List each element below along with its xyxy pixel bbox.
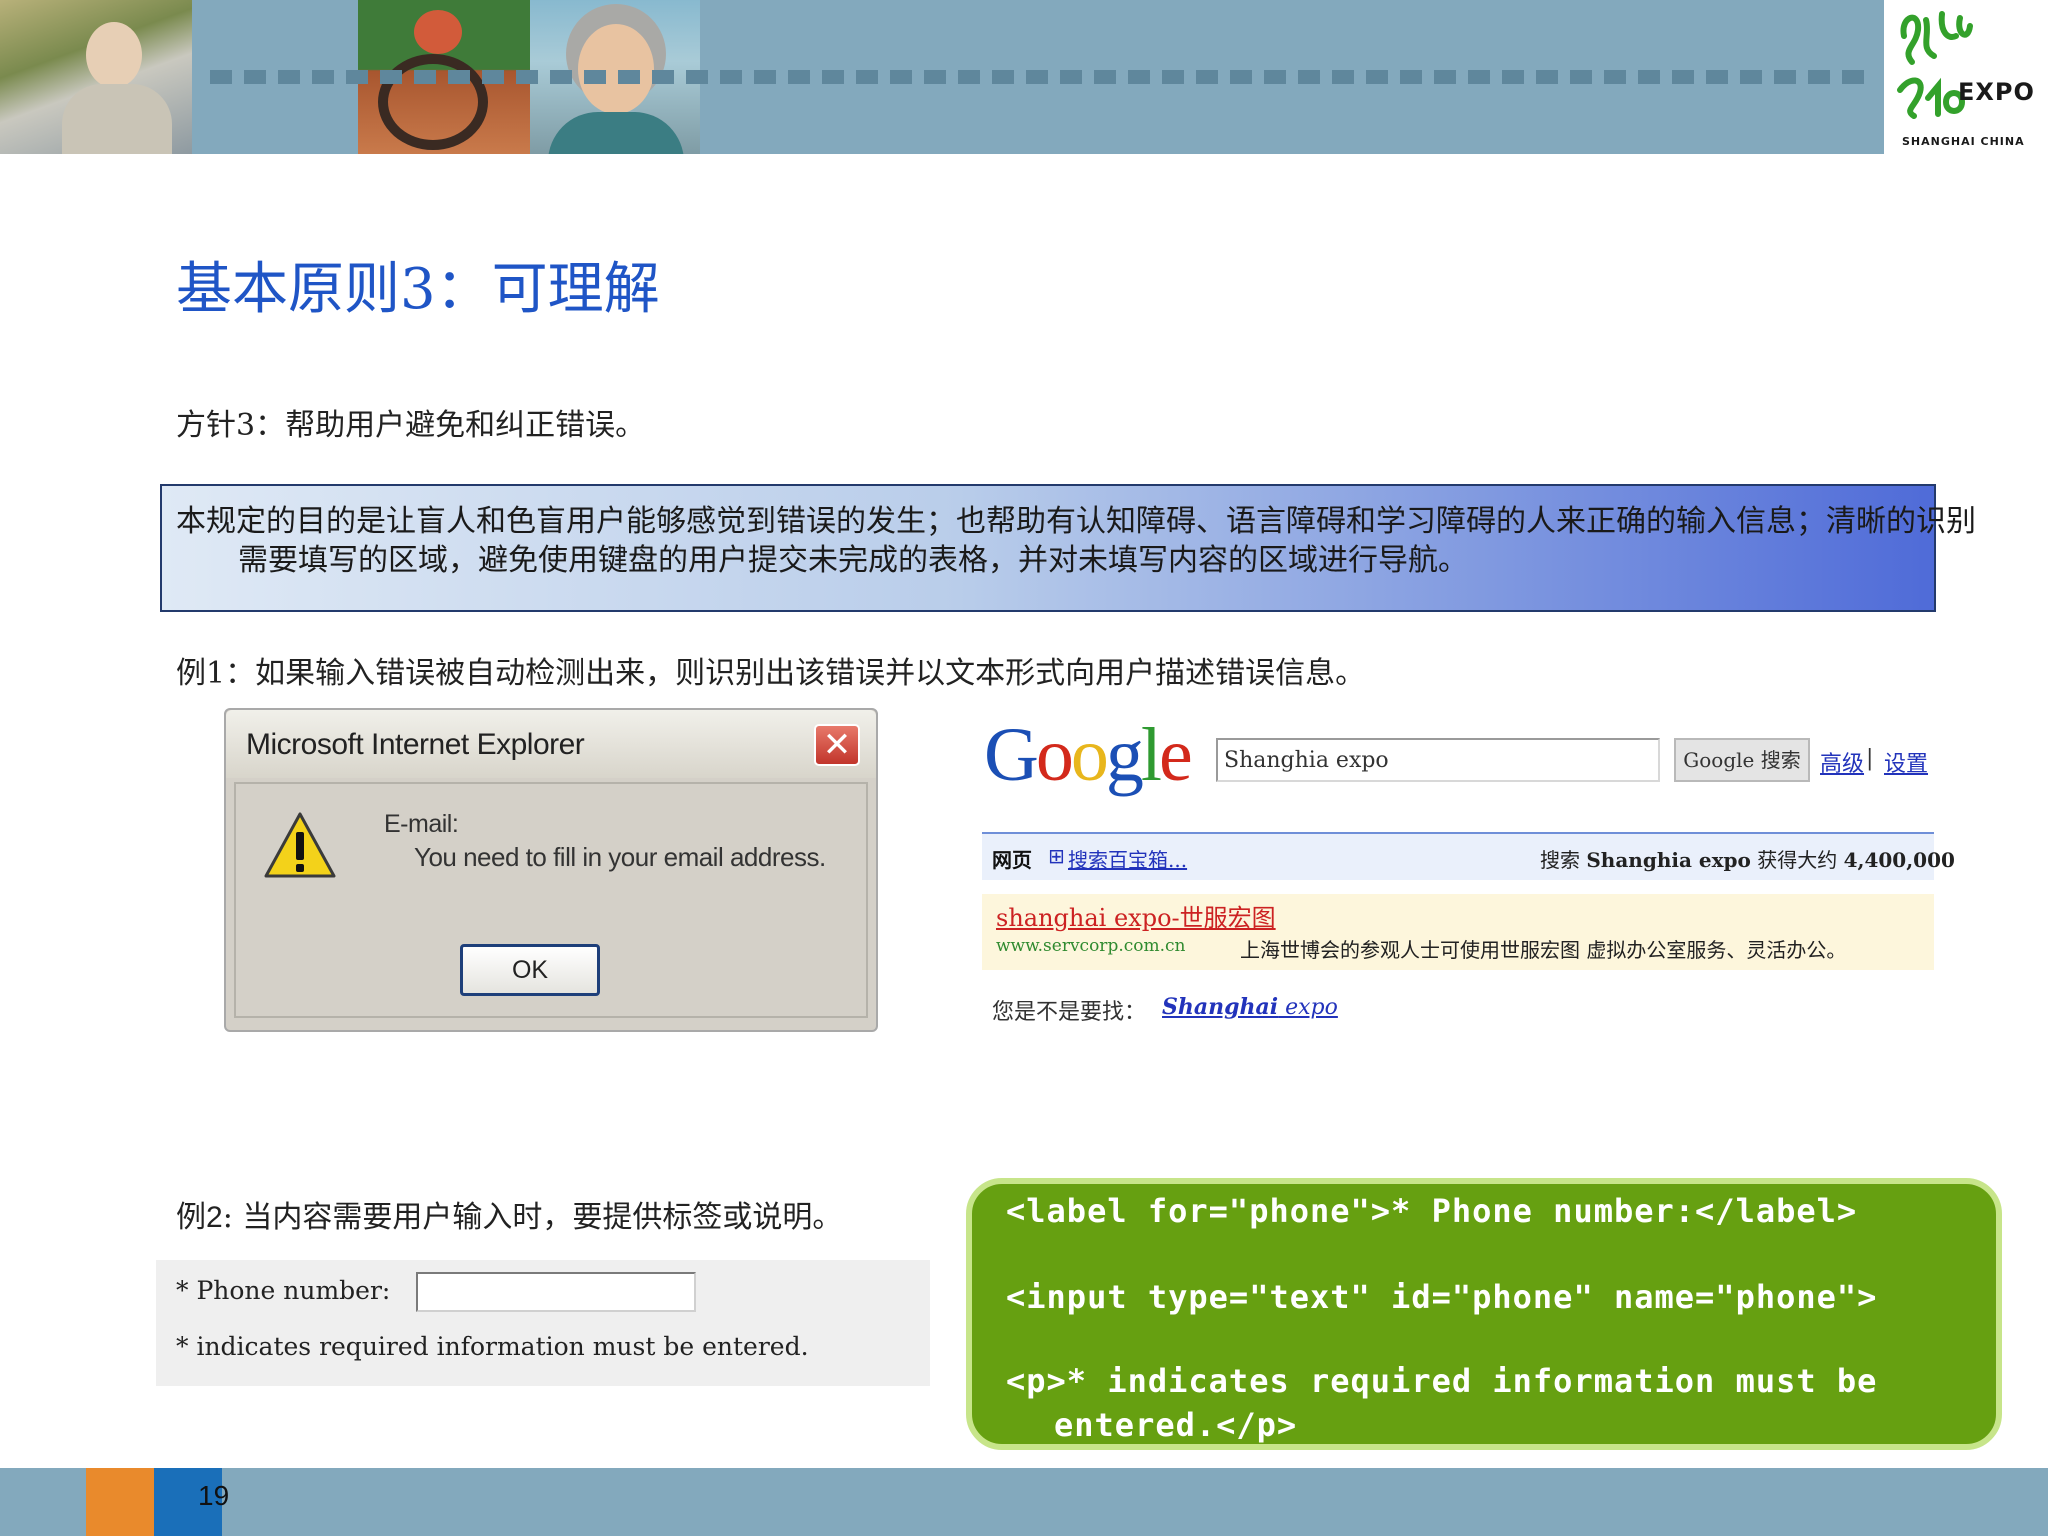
- stats-prefix: 搜索: [1540, 848, 1580, 872]
- example-2-prefix: 例2: [176, 1201, 223, 1234]
- logo-subtitle: SHANGHAI CHINA: [1902, 135, 2025, 148]
- required-note: * indicates required information must be…: [176, 1332, 809, 1361]
- results-stats: 搜索 Shanghia expo 获得大约 4,400,000: [1540, 844, 1955, 873]
- tab-web[interactable]: 网页: [992, 844, 1032, 873]
- dialog-field-label: E-mail:: [384, 810, 459, 838]
- dialog-message: You need to fill in your email address.: [414, 842, 826, 872]
- ad-url: www.servcorp.com.cn: [996, 936, 1186, 956]
- search-toolbox-link[interactable]: 搜索百宝箱...: [1068, 844, 1187, 873]
- google-logo-letter: o: [1035, 713, 1074, 797]
- google-logo: Google: [984, 712, 1193, 799]
- phone-number-input[interactable]: [416, 1272, 696, 1312]
- ad-title-link[interactable]: shanghai expo-世服宏图: [996, 898, 1276, 933]
- logo-expo-text: EXPO: [1958, 78, 2035, 106]
- expand-plus-icon[interactable]: ⊞: [1048, 844, 1065, 868]
- footer-band: [0, 1468, 2048, 1536]
- google-search-button[interactable]: Google 搜索: [1674, 738, 1810, 782]
- settings-link[interactable]: 设置: [1884, 746, 1928, 778]
- slide-title: 基本原则3：可理解: [176, 257, 660, 322]
- suggestion-rest: expo: [1278, 995, 1338, 1020]
- header-dotted-strip: [210, 70, 1870, 84]
- page-number: 19: [198, 1480, 230, 1511]
- code-line-input: <input type="text" id="phone" name="phon…: [1006, 1278, 1878, 1316]
- close-icon[interactable]: ✕: [814, 724, 860, 766]
- stats-query: Shanghia expo: [1586, 848, 1751, 872]
- code-line-paragraph-end: entered.</p>: [1054, 1406, 1298, 1444]
- footer-orange-block: [86, 1468, 154, 1536]
- ad-description: 上海世博会的参观人士可使用世服宏图 虚拟办公室服务、灵活办公。: [1240, 938, 1847, 962]
- stats-count: 4,400,000: [1843, 848, 1955, 872]
- dialog-title: Microsoft Internet Explorer: [246, 728, 585, 761]
- google-search-input[interactable]: [1216, 738, 1660, 782]
- link-separator: |: [1866, 746, 1874, 771]
- ie-alert-dialog: Microsoft Internet Explorer ✕ E-mail: Yo…: [224, 708, 878, 1032]
- warning-icon: [264, 812, 336, 878]
- header-photo-elderly-man: [0, 0, 192, 154]
- expo-2010-logo-icon: [1897, 11, 1973, 119]
- spelling-suggestion-link[interactable]: Shanghai expo: [1162, 994, 1338, 1020]
- example-2-text: : 当内容需要用户输入时，要提供标签或说明。: [222, 1200, 843, 1235]
- phone-number-label: * Phone number:: [176, 1276, 391, 1305]
- example-2-caption: 例2: 当内容需要用户输入时，要提供标签或说明。: [176, 1192, 842, 1236]
- did-you-mean-label: 您是不是要找：: [992, 1000, 1147, 1025]
- google-logo-letter: g: [1105, 713, 1144, 797]
- advanced-search-link[interactable]: 高级: [1820, 746, 1864, 778]
- purpose-text: 本规定的目的是让盲人和色盲用户能够感觉到错误的发生；也帮助有认知障碍、语言障碍和…: [176, 504, 1976, 578]
- code-line-paragraph: <p>* indicates required information must…: [1006, 1362, 1878, 1400]
- example-1-caption: 例1：如果输入错误被自动检测出来，则识别出该错误并以文本形式向用户描述错误信息。: [176, 656, 1366, 691]
- google-logo-letter: l: [1140, 713, 1162, 797]
- stats-mid: 获得大约: [1757, 848, 1838, 872]
- google-logo-letter: G: [984, 713, 1039, 797]
- code-line-label: <label for="phone">* Phone number:</labe…: [1006, 1192, 1858, 1230]
- guideline-text: 方针3：帮助用户避免和纠正错误。: [176, 408, 646, 443]
- google-logo-letter: o: [1070, 713, 1109, 797]
- google-logo-letter: e: [1159, 713, 1193, 797]
- ok-button[interactable]: OK: [460, 944, 600, 996]
- suggestion-bold: Shanghai: [1162, 994, 1279, 1020]
